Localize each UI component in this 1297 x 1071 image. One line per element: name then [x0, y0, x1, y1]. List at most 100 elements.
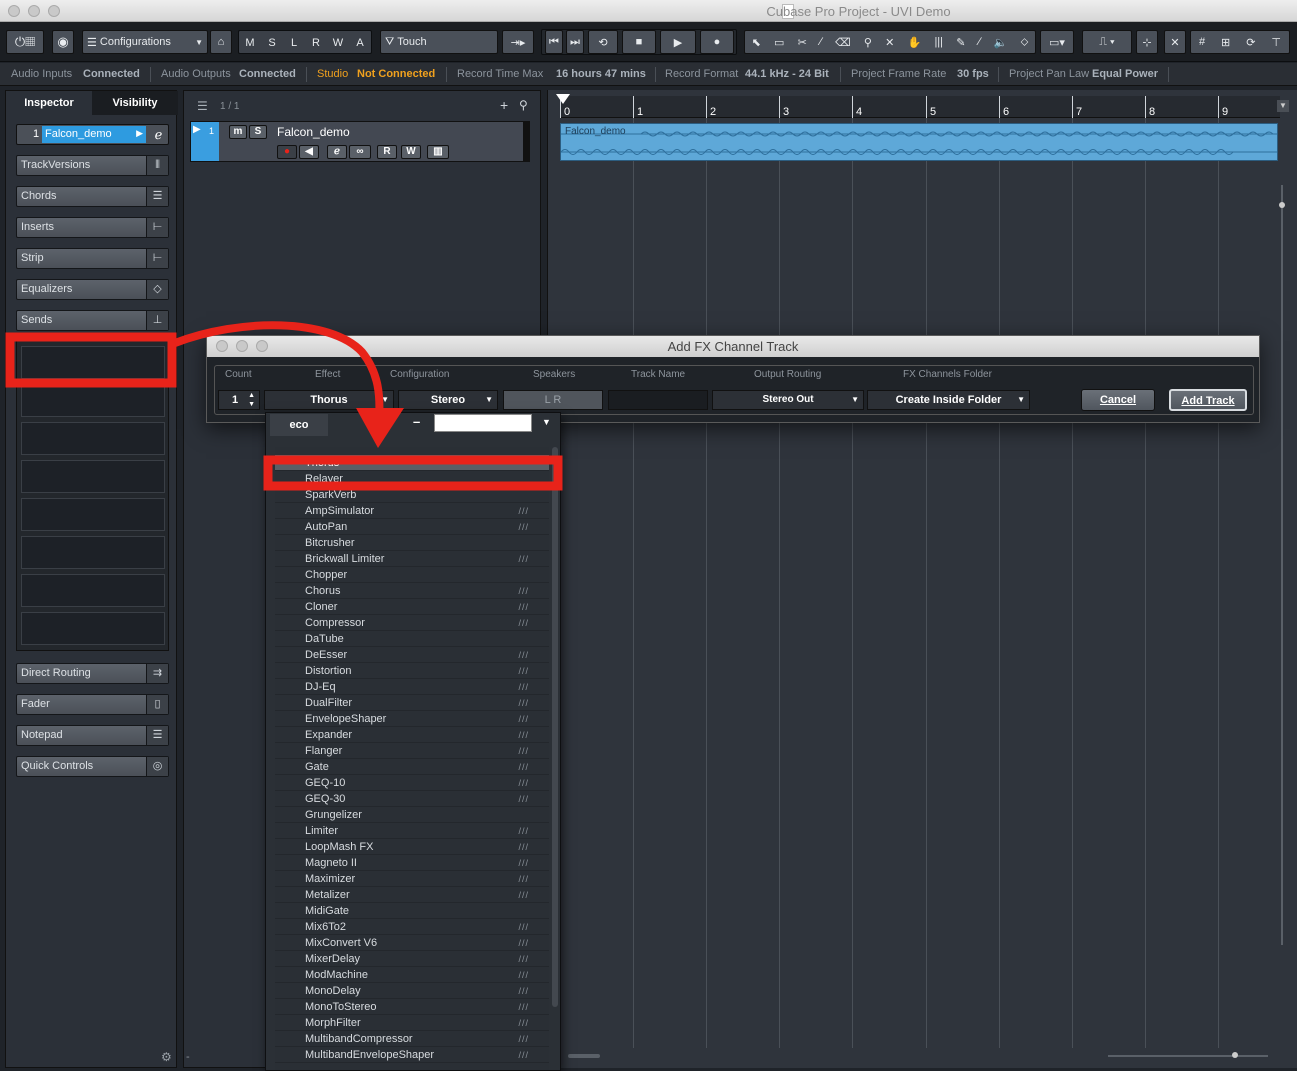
- plugin-list-item[interactable]: Bitcrusher: [275, 535, 549, 551]
- send-slot-1[interactable]: [21, 346, 165, 379]
- track-row[interactable]: ▶ 1 m S Falcon_demo ● ◀ ℯ ∞ R W ▥: [190, 121, 530, 162]
- track-list-menu-icon[interactable]: ☰: [197, 99, 208, 113]
- record-button[interactable]: ●: [700, 30, 734, 54]
- plugin-list-item[interactable]: Mix6To2 ///: [275, 919, 549, 935]
- range-select-icon[interactable]: ▭: [774, 36, 784, 49]
- horizontal-zoom-thumb[interactable]: [1232, 1052, 1238, 1058]
- section-quick-controls[interactable]: Quick Controls ◎: [16, 756, 169, 777]
- plugin-list-item[interactable]: MixConvert V6 ///: [275, 935, 549, 951]
- monitor-button[interactable]: ◀: [299, 145, 319, 159]
- solo-all-button[interactable]: S: [261, 31, 283, 55]
- plugin-list-item[interactable]: DJ-Eq ///: [275, 679, 549, 695]
- plugin-list-item[interactable]: MultibandEnvelopeShaper ///: [275, 1047, 549, 1063]
- automation-mode-dropdown[interactable]: ⛛ Touch: [380, 30, 498, 54]
- send-slot-4[interactable]: [21, 460, 165, 493]
- playhead-marker[interactable]: [556, 94, 570, 104]
- color-select-button[interactable]: ▭▾: [1040, 30, 1074, 54]
- dialog-zoom-button[interactable]: [256, 340, 268, 352]
- section-direct-routing[interactable]: Direct Routing ⇉: [16, 663, 169, 684]
- plugin-list-item[interactable]: Brickwall Limiter ///: [275, 551, 549, 567]
- send-slot-3[interactable]: [21, 422, 165, 455]
- configuration-dropdown[interactable]: Stereo ▼: [398, 390, 498, 410]
- plugin-list-item[interactable]: Gate ///: [275, 759, 549, 775]
- send-slot-7[interactable]: [21, 574, 165, 607]
- plugin-list-item[interactable]: GEQ-30 ///: [275, 791, 549, 807]
- plugin-list-item[interactable]: MonoToStereo ///: [275, 999, 549, 1015]
- search-icon[interactable]: ⚲: [519, 98, 528, 112]
- stop-button[interactable]: ■: [622, 30, 656, 54]
- snap-to-zero-button[interactable]: ✕: [1164, 30, 1186, 54]
- section-notepad[interactable]: Notepad ☰: [16, 725, 169, 746]
- vertical-zoom-thumb[interactable]: [1279, 202, 1285, 208]
- pan-law-value[interactable]: Equal Power: [1092, 68, 1158, 80]
- object-select-icon[interactable]: ⬉: [752, 36, 761, 49]
- vertical-zoom-scroll[interactable]: [1277, 90, 1287, 1060]
- tab-visibility[interactable]: Visibility: [92, 91, 178, 115]
- section-chords[interactable]: Chords ☰: [16, 186, 169, 207]
- constrain-delay-button[interactable]: ◉: [52, 30, 74, 54]
- plugin-list-item[interactable]: Limiter ///: [275, 823, 549, 839]
- listen-all-button[interactable]: L: [283, 31, 305, 55]
- link-button[interactable]: ∞: [349, 145, 371, 159]
- send-slot-8[interactable]: [21, 612, 165, 645]
- studio-value[interactable]: Not Connected: [357, 68, 435, 80]
- timewarp-icon[interactable]: |||: [934, 36, 943, 48]
- plugin-list-item[interactable]: Maximizer ///: [275, 871, 549, 887]
- record-format-value[interactable]: 44.1 kHz - 24 Bit: [745, 68, 829, 80]
- hand-icon[interactable]: ✋: [908, 36, 922, 49]
- lanes-button[interactable]: ▥: [427, 145, 449, 159]
- read-all-button[interactable]: R: [305, 31, 327, 55]
- write-button[interactable]: W: [401, 145, 421, 159]
- plugin-list-item[interactable]: AutoPan ///: [275, 519, 549, 535]
- plugin-list-item[interactable]: ModMachine ///: [275, 967, 549, 983]
- plugin-list-item[interactable]: GEQ-10 ///: [275, 775, 549, 791]
- draw-icon[interactable]: ✎: [956, 36, 965, 49]
- plugin-list-item[interactable]: DualFilter ///: [275, 695, 549, 711]
- read-button[interactable]: R: [377, 145, 397, 159]
- autoscroll-button[interactable]: ⇥▸: [502, 30, 534, 54]
- tab-inspector[interactable]: Inspector: [6, 91, 92, 115]
- send-slot-6[interactable]: [21, 536, 165, 569]
- workspace-button[interactable]: ⌂: [210, 30, 232, 54]
- dialog-minimize-button[interactable]: [236, 340, 248, 352]
- record-time-value[interactable]: 16 hours 47 mins: [556, 68, 646, 80]
- horizontal-zoom-track[interactable]: [1108, 1055, 1268, 1057]
- plugin-list-item[interactable]: DeEsser ///: [275, 647, 549, 663]
- write-all-button[interactable]: W: [327, 31, 349, 55]
- zoom-icon[interactable]: ⚲: [864, 36, 872, 49]
- section-inserts[interactable]: Inserts ⊢: [16, 217, 169, 238]
- section-strip[interactable]: Strip ⊢: [16, 248, 169, 269]
- track-name-field[interactable]: Falcon_demo ▶: [42, 126, 146, 143]
- cycle-button[interactable]: ⟲: [588, 30, 618, 54]
- output-routing-dropdown[interactable]: Stereo Out ▼: [712, 390, 864, 410]
- collapse-icon[interactable]: –: [413, 414, 420, 429]
- plugin-list-item[interactable]: Thorus: [275, 455, 549, 471]
- plugin-list-item[interactable]: Distortion ///: [275, 663, 549, 679]
- speaker-icon[interactable]: 🔈: [994, 36, 1008, 49]
- settings-gear-icon[interactable]: ⚙: [161, 1050, 172, 1064]
- snap-onoff-button[interactable]: ⊹: [1136, 30, 1158, 54]
- ruler[interactable]: 0 1 2 3 4 5 6 7 8 9: [560, 96, 1280, 118]
- add-track-button[interactable]: Add Track: [1169, 389, 1247, 411]
- plugin-list-item[interactable]: MonoDelay ///: [275, 983, 549, 999]
- line-icon[interactable]: ∕: [979, 36, 981, 48]
- edit-channel-icon[interactable]: ℯ: [149, 126, 168, 143]
- plugin-list-item[interactable]: LoopMash FX ///: [275, 839, 549, 855]
- plugin-list-item[interactable]: DaTube: [275, 631, 549, 647]
- plugin-list-item[interactable]: Chorus ///: [275, 583, 549, 599]
- plugin-list-scrollbar[interactable]: [552, 447, 558, 1007]
- effect-dropdown[interactable]: Thorus ▼: [264, 390, 394, 410]
- plugin-list-item[interactable]: Expander ///: [275, 727, 549, 743]
- audio-inputs-value[interactable]: Connected: [83, 68, 140, 80]
- quantize-icon[interactable]: ⊞: [1221, 36, 1230, 49]
- color-icon[interactable]: ⬦: [1021, 36, 1029, 49]
- send-slot-5[interactable]: [21, 498, 165, 531]
- cancel-button[interactable]: Cancel: [1081, 389, 1155, 411]
- audio-outputs-value[interactable]: Connected: [239, 68, 296, 80]
- auto-button[interactable]: A: [349, 31, 371, 55]
- track-name[interactable]: Falcon_demo: [277, 125, 350, 139]
- add-track-icon[interactable]: +: [500, 97, 508, 113]
- record-enable-button[interactable]: ●: [277, 145, 297, 159]
- plugin-list-item[interactable]: Magneto II ///: [275, 855, 549, 871]
- solo-button[interactable]: S: [249, 125, 267, 139]
